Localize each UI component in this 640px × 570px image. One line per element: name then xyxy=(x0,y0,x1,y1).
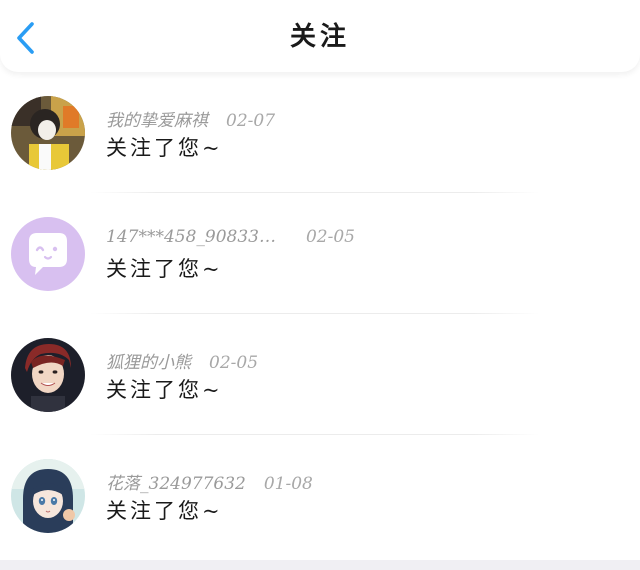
message-text: 关注了您~ xyxy=(106,378,223,402)
date: 02-05 xyxy=(305,227,355,247)
date: 02-05 xyxy=(209,353,259,373)
avatar[interactable] xyxy=(11,96,85,170)
list-item[interactable]: 狐狸的小熊 02-05 关注了您~ xyxy=(0,314,640,435)
item-meta: 狐狸的小熊 02-05 xyxy=(106,348,258,373)
bottom-strip xyxy=(0,560,640,570)
username[interactable]: 我的挚爱麻祺 xyxy=(106,111,208,131)
date: 02-07 xyxy=(226,111,276,131)
item-meta: 花落_324977632 01-08 xyxy=(106,469,313,494)
date: 01-08 xyxy=(263,474,313,494)
message-text: 关注了您~ xyxy=(106,257,223,281)
page-title: 关注 xyxy=(289,22,350,52)
list-item[interactable]: 147***458_90833… 02-05 关注了您~ xyxy=(0,193,640,314)
list-item[interactable]: 花落_324977632 01-08 关注了您~ xyxy=(0,435,640,556)
item-meta: 我的挚爱麻祺 02-07 xyxy=(106,106,275,131)
notification-list: 我的挚爱麻祺 02-07 关注了您~ 147***458_90833… 02-05 … xyxy=(0,72,640,556)
avatar[interactable] xyxy=(11,338,85,412)
message-text: 关注了您~ xyxy=(106,499,223,523)
follow-notifications-page: 关注 我的挚爱麻祺 02-07 关注了您~ 147***458_90833… 0… xyxy=(0,0,640,570)
message-text: 关注了您~ xyxy=(106,136,223,160)
avatar[interactable] xyxy=(11,459,85,533)
username[interactable]: 狐狸的小熊 xyxy=(106,353,191,373)
item-meta: 147***458_90833… 02-05 xyxy=(106,227,355,247)
username[interactable]: 花落_324977632 xyxy=(106,474,246,494)
avatar[interactable] xyxy=(11,217,85,291)
top-bar: 关注 xyxy=(0,0,640,72)
username[interactable]: 147***458_90833… xyxy=(106,227,276,247)
list-item[interactable]: 我的挚爱麻祺 02-07 关注了您~ xyxy=(0,72,640,193)
